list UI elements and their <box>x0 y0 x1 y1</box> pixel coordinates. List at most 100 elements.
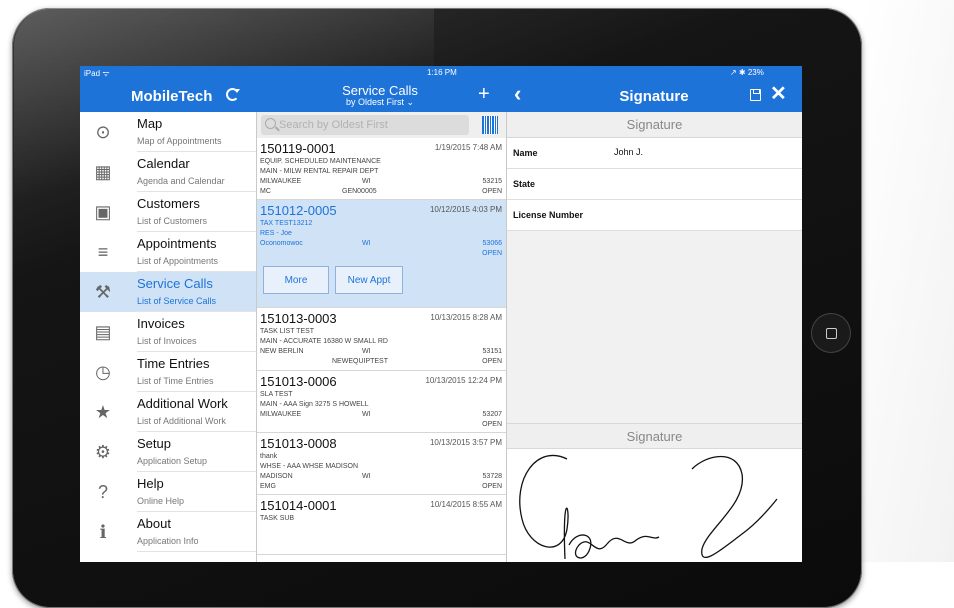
status-battery: ↗ ✱ 23% <box>730 68 764 77</box>
service-calls-icon: ⚒ <box>94 282 112 302</box>
state-field[interactable]: State <box>507 169 802 200</box>
state-label: State <box>513 179 536 189</box>
call-zip: 53151 <box>482 348 502 355</box>
add-icon[interactable]: + <box>478 84 490 104</box>
call-datetime: 1/19/2015 7:48 AM <box>434 143 502 152</box>
sidebar-item-title: About <box>137 516 171 531</box>
call-datetime: 10/14/2015 8:55 AM <box>430 500 502 509</box>
service-call-row[interactable]: 151013-0006 10/13/2015 12:24 PM SLA TEST MA… <box>257 371 506 433</box>
call-datetime: 10/13/2015 8:28 AM <box>430 313 502 322</box>
call-status: OPEN <box>482 358 502 365</box>
call-zip: 53066 <box>482 240 502 247</box>
search-input[interactable]: Search by Oldest First <box>261 115 469 135</box>
sidebar-item-subtitle: List of Customers <box>137 216 208 226</box>
close-icon[interactable]: ✕ <box>770 83 787 105</box>
sidebar-item-subtitle: Application Setup <box>137 456 208 466</box>
call-number: 151013-0006 <box>260 374 337 389</box>
sidebar: ⊙ Map Map of Appointments ▦ Calendar Agenda a… <box>80 112 257 562</box>
call-code: MC <box>260 188 271 195</box>
call-number: 151013-0008 <box>260 436 337 451</box>
back-icon[interactable]: ‹ <box>514 82 521 106</box>
call-status: OPEN <box>482 483 502 490</box>
call-city: MILWAUKEE <box>260 411 302 418</box>
sidebar-item-time-entries[interactable]: ◷ Time Entries List of Time Entries <box>80 352 256 392</box>
search-bar: Search by Oldest First <box>257 112 506 138</box>
more-button[interactable]: More <box>263 266 329 294</box>
handwritten-signature <box>519 454 778 560</box>
name-value: John J. <box>614 147 644 157</box>
gear-icon: ⚙ <box>94 442 112 462</box>
service-call-row[interactable]: 151012-0005 10/12/2015 4:03 PM TAX TEST132… <box>257 200 506 308</box>
call-city: NEW BERLIN <box>260 348 304 355</box>
star-icon: ★ <box>94 402 112 422</box>
sidebar-item-about[interactable]: ℹ About Application Info <box>80 512 256 552</box>
sidebar-item-title: Additional Work <box>137 396 228 411</box>
sidebar-item-map[interactable]: ⊙ Map Map of Appointments <box>80 112 256 152</box>
new-appt-button[interactable]: New Appt <box>335 266 403 294</box>
call-state: WI <box>362 473 371 480</box>
nav-bar: MobileTech Service Calls by Oldest First… <box>80 80 802 112</box>
sort-selector[interactable]: by Oldest First ⌄ <box>310 97 450 108</box>
call-zip: 53207 <box>482 411 502 418</box>
time-entries-icon: ◷ <box>95 362 111 382</box>
call-location: MAIN - AAA Sign 3275 S HOWELL <box>260 401 369 408</box>
customers-icon: ▣ <box>94 202 112 222</box>
call-location: MAIN - MILW RENTAL REPAIR DEPT <box>260 168 379 175</box>
sidebar-item-title: Service Calls <box>137 276 213 291</box>
sidebar-item-setup[interactable]: ⚙ Setup Application Setup <box>80 432 256 472</box>
name-field[interactable]: Name John J. <box>507 138 802 169</box>
call-city: MADISON <box>260 473 293 480</box>
call-location: WHSE - AAA WHSE MADISON <box>260 463 359 470</box>
sidebar-item-help[interactable]: ? Help Online Help <box>80 472 256 512</box>
divider <box>137 551 256 552</box>
sidebar-item-appointments[interactable]: ≡ Appointments List of Appointments <box>80 232 256 272</box>
save-icon[interactable] <box>750 89 761 101</box>
call-type: GEN00005 <box>342 188 377 195</box>
search-icon <box>265 118 276 129</box>
home-square-icon <box>826 328 837 339</box>
sidebar-item-calendar[interactable]: ▦ Calendar Agenda and Calendar <box>80 152 256 192</box>
status-bar: iPad ᯤ 1:16 PM ↗ ✱ 23% <box>80 66 802 80</box>
appointments-icon: ≡ <box>97 242 109 262</box>
barcode-icon[interactable] <box>482 116 498 134</box>
service-call-row[interactable]: 151013-0008 10/13/2015 3:57 PM thank WHSE -… <box>257 433 506 495</box>
sidebar-item-title: Time Entries <box>137 356 210 371</box>
status-time: 1:16 PM <box>427 68 457 77</box>
signature-pad[interactable] <box>507 449 802 562</box>
service-call-row[interactable]: 150119-0001 1/19/2015 7:48 AM EQUIP. SCHED… <box>257 138 506 200</box>
service-call-row[interactable]: 151013-0003 10/13/2015 8:28 AM TASK LIST T… <box>257 308 506 371</box>
detail-title: Signature <box>619 88 689 105</box>
service-call-list: Search by Oldest First 150119-0001 1/19/2… <box>257 112 507 562</box>
call-type: NEWEQUIPTEST <box>332 358 389 365</box>
sidebar-item-invoices[interactable]: ▤ Invoices List of Invoices <box>80 312 256 352</box>
call-description: TAX TEST13212 <box>260 220 313 227</box>
signature-panel: Signature Name John J. State License Num… <box>507 112 802 562</box>
sidebar-item-customers[interactable]: ▣ Customers List of Customers <box>80 192 256 232</box>
refresh-icon[interactable] <box>226 88 240 101</box>
call-zip: 53728 <box>482 473 502 480</box>
sidebar-item-subtitle: Agenda and Calendar <box>137 176 225 186</box>
home-button[interactable] <box>812 314 850 352</box>
call-state: WI <box>362 411 371 418</box>
signature-pad-header: Signature <box>507 423 802 449</box>
search-placeholder: Search by Oldest First <box>279 119 388 131</box>
call-zip: 53215 <box>482 178 502 185</box>
ipad-screen: iPad ᯤ 1:16 PM ↗ ✱ 23% MobileTech Servic… <box>80 66 802 562</box>
call-datetime: 10/13/2015 3:57 PM <box>429 438 502 447</box>
call-status: OPEN <box>482 250 502 257</box>
service-call-row[interactable]: 151014-0001 10/14/2015 8:55 AM TASK SUB <box>257 495 506 555</box>
call-code: EMG <box>260 483 276 490</box>
sidebar-item-subtitle: List of Invoices <box>137 336 197 346</box>
call-number: 151014-0001 <box>260 498 337 513</box>
call-description: TASK SUB <box>260 515 295 522</box>
call-description: thank <box>260 453 278 460</box>
license-field[interactable]: License Number <box>507 200 802 231</box>
app-title: MobileTech <box>131 88 213 105</box>
call-status: OPEN <box>482 421 502 428</box>
sidebar-item-additional-work[interactable]: ★ Additional Work List of Additional Work <box>80 392 256 432</box>
name-label: Name <box>513 148 538 158</box>
help-icon: ? <box>97 482 108 502</box>
sidebar-item-title: Setup <box>137 436 171 451</box>
signature-section-header: Signature <box>507 112 802 138</box>
sidebar-item-service-calls[interactable]: ⚒ Service Calls List of Service Calls <box>80 272 256 312</box>
